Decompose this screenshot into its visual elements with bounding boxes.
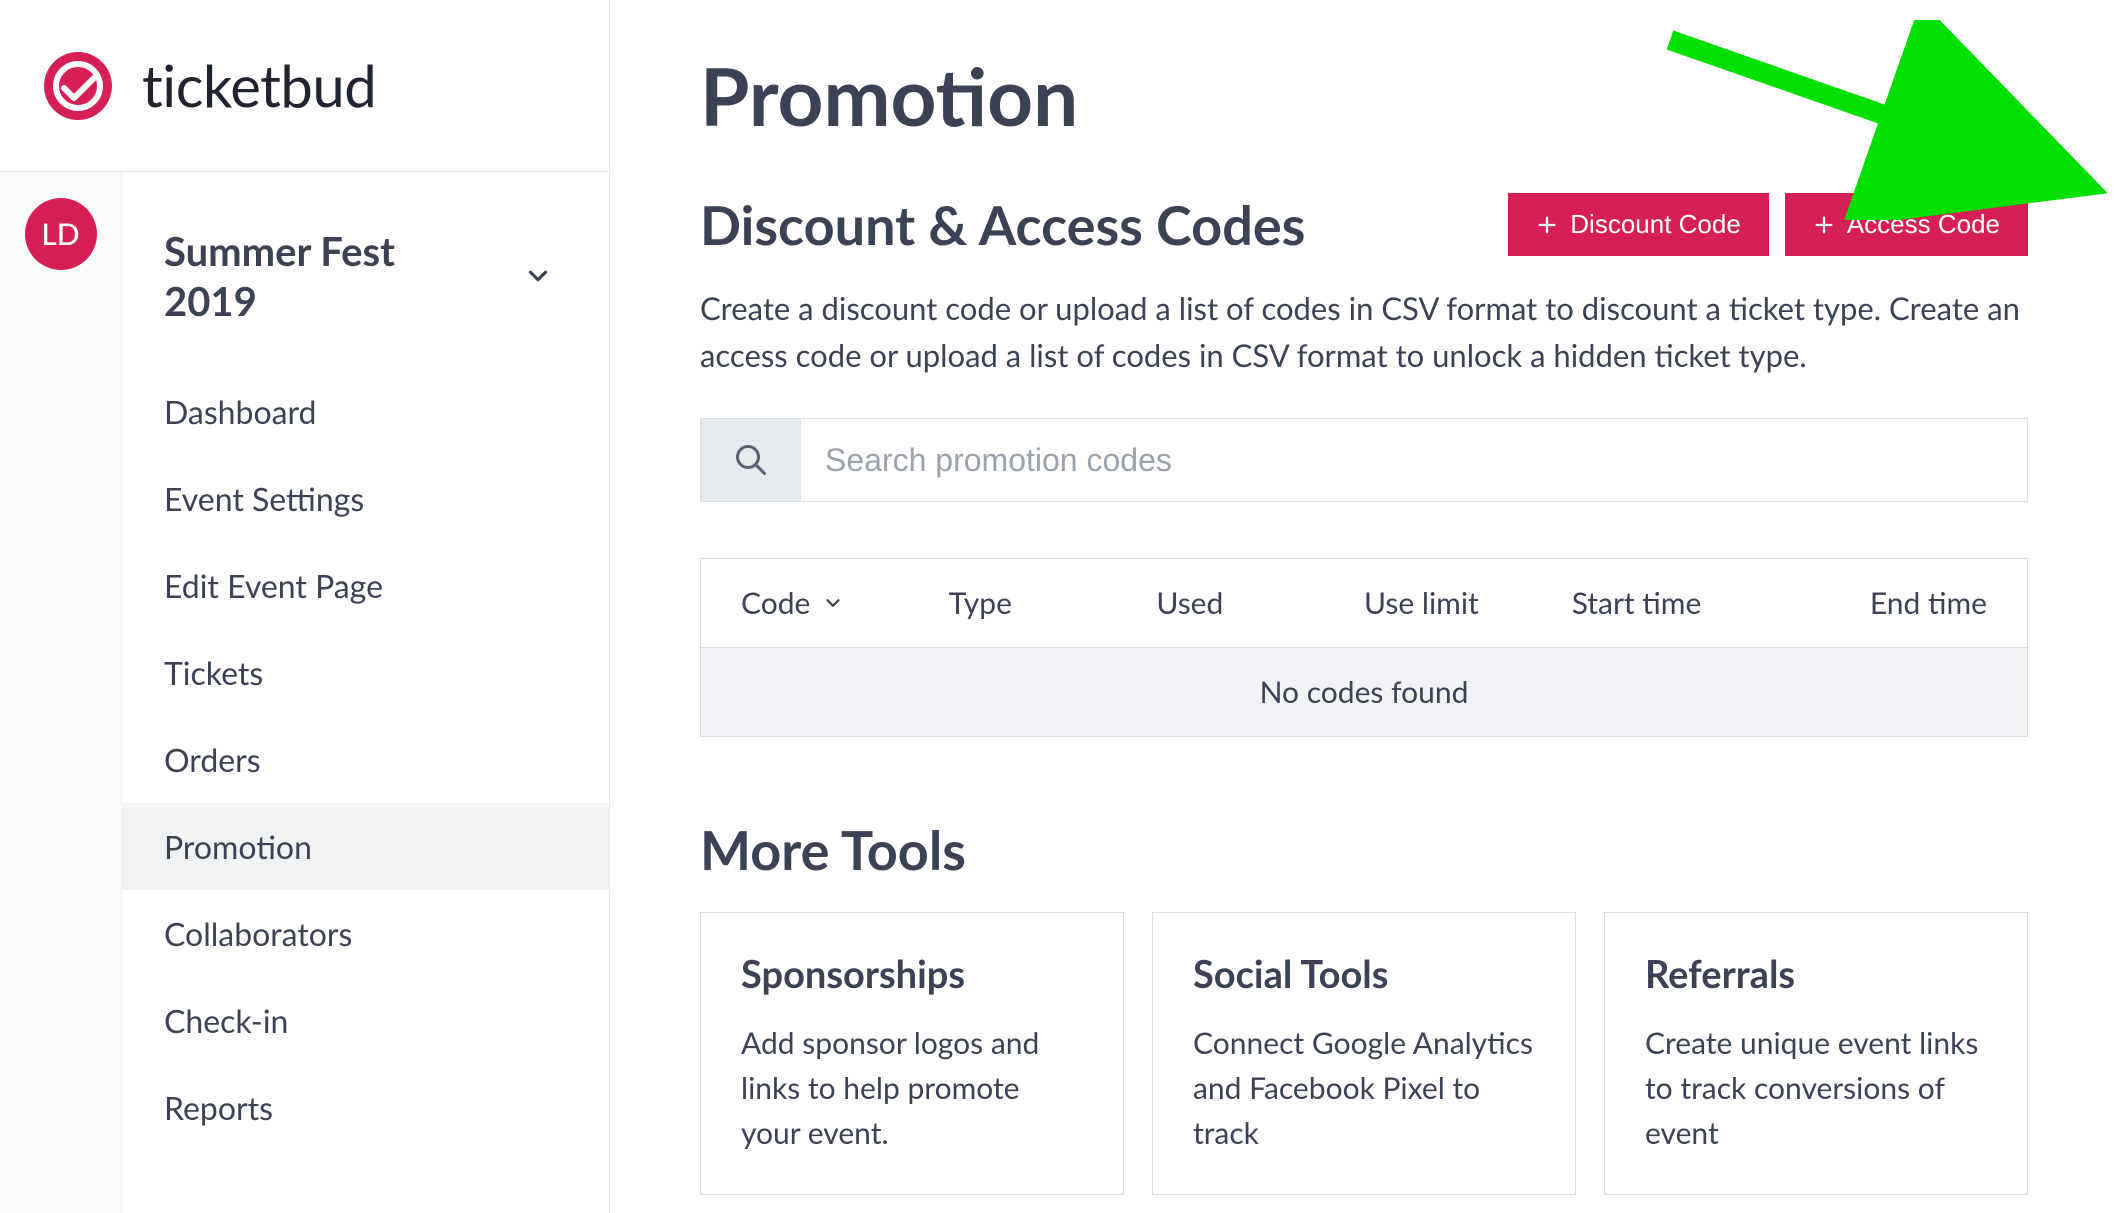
- column-label: Used: [1156, 585, 1223, 621]
- more-tools-title: More Tools: [700, 817, 2028, 882]
- left-column: ticketbud LD Summer Fest 2019 Dashboard …: [0, 0, 610, 1213]
- sidebar-item-reports[interactable]: Reports: [122, 1064, 609, 1151]
- codes-table: Code Type Used Use limit Start time End …: [700, 558, 2028, 737]
- codes-table-header: Code Type Used Use limit Start time End …: [701, 559, 2027, 648]
- codes-button-group: Discount Code Access Code: [1508, 193, 2028, 256]
- main-content: Promotion Discount & Access Codes Discou…: [610, 0, 2118, 1213]
- codes-empty-state: No codes found: [701, 648, 2027, 736]
- user-avatar[interactable]: LD: [25, 198, 97, 270]
- page-title: Promotion: [700, 48, 2028, 144]
- column-label: End time: [1870, 585, 1987, 621]
- tool-card-referrals[interactable]: Referrals Create unique event links to t…: [1604, 912, 2028, 1195]
- codes-section-title: Discount & Access Codes: [700, 192, 1305, 257]
- column-code[interactable]: Code: [741, 585, 949, 621]
- chevron-down-icon: [822, 585, 844, 621]
- sidebar-item-tickets[interactable]: Tickets: [122, 629, 609, 716]
- sidebar-item-label: Tickets: [164, 653, 263, 692]
- codes-section-description: Create a discount code or upload a list …: [700, 285, 2028, 378]
- plus-icon: [1536, 214, 1558, 236]
- chevron-down-icon: [523, 261, 553, 291]
- column-label: Code: [741, 585, 810, 621]
- sidebar-item-label: Event Settings: [164, 479, 364, 518]
- button-label: Access Code: [1847, 209, 2000, 240]
- tool-card-sponsorships[interactable]: Sponsorships Add sponsor logos and links…: [700, 912, 1124, 1195]
- sidebar-item-dashboard[interactable]: Dashboard: [122, 368, 609, 455]
- sidebar-item-check-in[interactable]: Check-in: [122, 977, 609, 1064]
- sidebar-item-promotion[interactable]: Promotion: [122, 803, 609, 890]
- sidebar: Summer Fest 2019 Dashboard Event Setting…: [122, 172, 609, 1213]
- tool-card-desc: Create unique event links to track conve…: [1645, 1021, 1987, 1156]
- topbar: ticketbud: [0, 0, 610, 172]
- sidebar-item-event-settings[interactable]: Event Settings: [122, 455, 609, 542]
- search-input[interactable]: [801, 419, 2027, 501]
- event-name: Summer Fest 2019: [164, 226, 484, 326]
- sidebar-nav: Dashboard Event Settings Edit Event Page…: [122, 368, 609, 1151]
- avatar-strip: LD: [0, 172, 122, 1213]
- tools-row: Sponsorships Add sponsor logos and links…: [700, 912, 2028, 1195]
- tool-card-desc: Add sponsor logos and links to help prom…: [741, 1021, 1083, 1156]
- sidebar-item-edit-event[interactable]: Edit Event Page: [122, 542, 609, 629]
- plus-icon: [1813, 214, 1835, 236]
- brand-name: ticketbud: [142, 51, 376, 120]
- sidebar-item-label: Promotion: [164, 827, 312, 866]
- search-icon: [701, 419, 801, 501]
- column-label: Type: [949, 585, 1012, 621]
- column-use-limit[interactable]: Use limit: [1364, 585, 1572, 621]
- column-end-time[interactable]: End time: [1779, 585, 1987, 621]
- tool-card-title: Sponsorships: [741, 951, 1083, 997]
- avatar-initials: LD: [41, 216, 79, 252]
- column-type[interactable]: Type: [949, 585, 1157, 621]
- tool-card-social-tools[interactable]: Social Tools Connect Google Analytics an…: [1152, 912, 1576, 1195]
- column-start-time[interactable]: Start time: [1572, 585, 1780, 621]
- event-switcher[interactable]: Summer Fest 2019: [122, 188, 609, 360]
- sidebar-item-label: Reports: [164, 1088, 273, 1127]
- sidebar-item-orders[interactable]: Orders: [122, 716, 609, 803]
- sidebar-item-label: Check-in: [164, 1001, 288, 1040]
- button-label: Discount Code: [1570, 209, 1741, 240]
- tool-card-title: Referrals: [1645, 951, 1987, 997]
- column-label: Start time: [1572, 585, 1702, 621]
- brand-logo[interactable]: ticketbud: [42, 50, 376, 122]
- tool-card-title: Social Tools: [1193, 951, 1535, 997]
- sidebar-item-collaborators[interactable]: Collaborators: [122, 890, 609, 977]
- sidebar-item-label: Orders: [164, 740, 261, 779]
- add-access-code-button[interactable]: Access Code: [1785, 193, 2028, 256]
- search-row: [700, 418, 2028, 502]
- column-label: Use limit: [1364, 585, 1479, 621]
- tool-card-desc: Connect Google Analytics and Facebook Pi…: [1193, 1021, 1535, 1156]
- brand-mark-icon: [42, 50, 114, 122]
- add-discount-code-button[interactable]: Discount Code: [1508, 193, 1769, 256]
- column-used[interactable]: Used: [1156, 585, 1364, 621]
- codes-header-row: Discount & Access Codes Discount Code Ac…: [700, 192, 2028, 257]
- sidebar-item-label: Dashboard: [164, 392, 316, 431]
- sidebar-item-label: Collaborators: [164, 914, 352, 953]
- sidebar-item-label: Edit Event Page: [164, 566, 383, 605]
